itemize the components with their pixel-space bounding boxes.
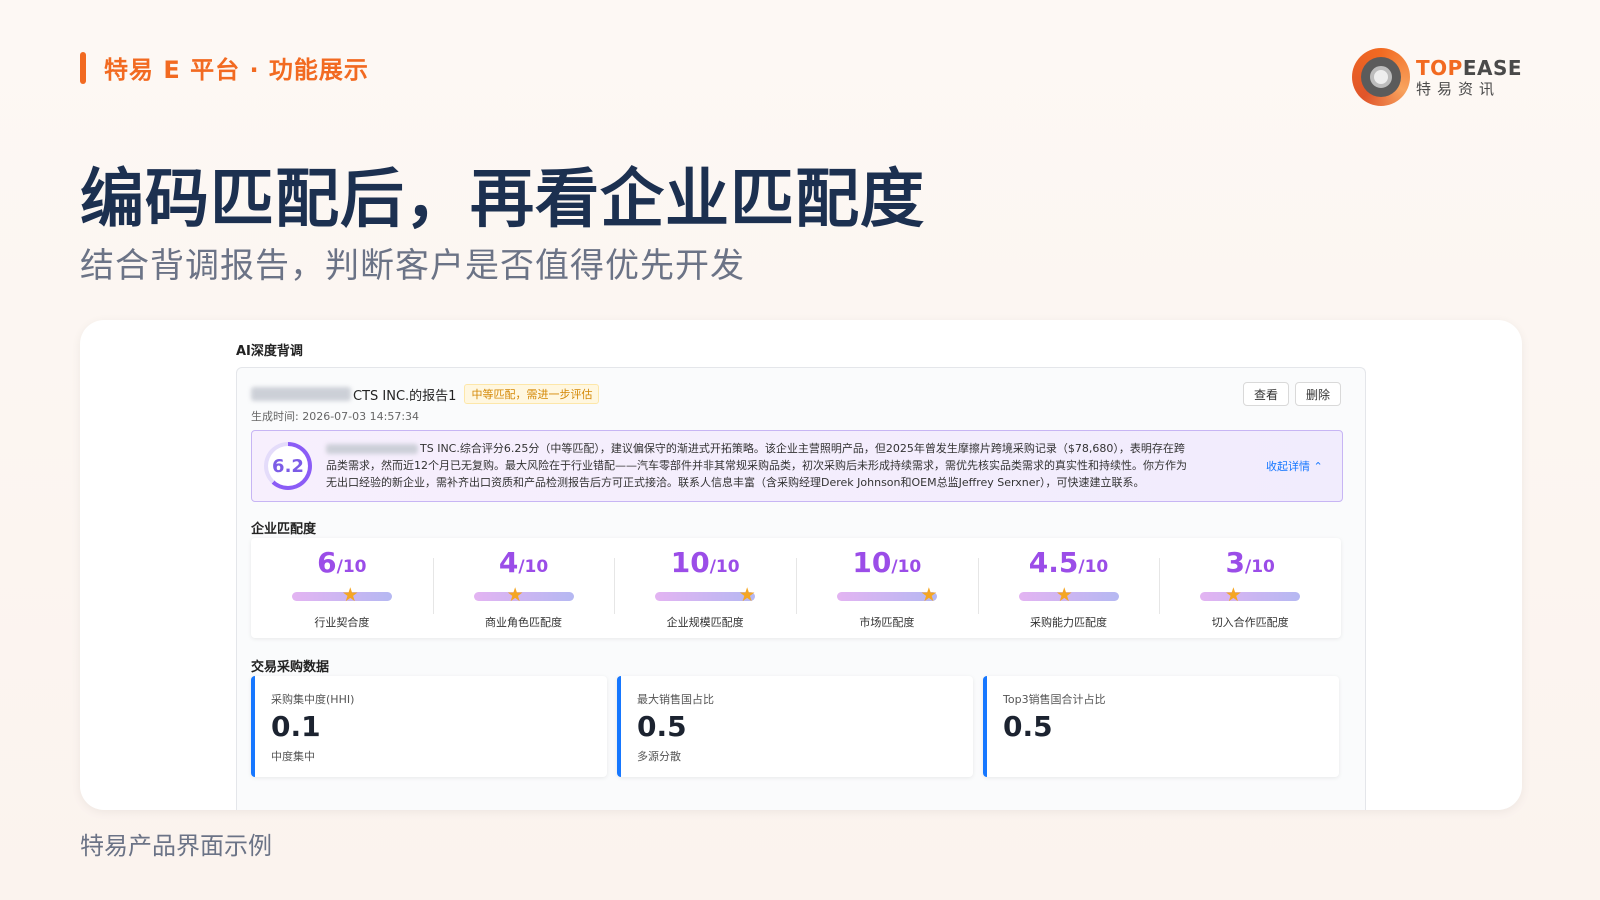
stat-label: Top3销售国合计占比: [1003, 693, 1106, 706]
match-item: 4/10 ★ 商业角色匹配度: [432, 538, 615, 638]
report-name: CTS INC.的报告1: [353, 388, 457, 404]
summary-box: 6.2 TS INC.综合评分6.25分（中等匹配），建议偏保守的渐进式开拓策略…: [251, 430, 1343, 502]
match-item: 10/10 ★ 企业规模匹配度: [614, 538, 796, 638]
page-subtitle: 结合背调报告，判断客户是否值得优先开发: [80, 246, 745, 286]
match-score-max: /10: [1078, 557, 1109, 577]
match-bar: ★: [473, 585, 574, 605]
match-bar: ★: [655, 585, 756, 605]
match-label: 切入合作匹配度: [1211, 616, 1289, 629]
logo-text-cn: 特易资讯: [1416, 79, 1501, 98]
summary-line-3: 无出口经验的新企业，需补齐出口资质和产品检测报告后方可正式接洽。联系人信息丰富（…: [326, 476, 1145, 489]
match-score: 10/10: [796, 546, 978, 579]
stat-desc: 中度集中: [271, 750, 315, 763]
trade-stat-card: 采购集中度(HHI) 0.1 中度集中: [251, 676, 607, 777]
stat-value: 0.1: [271, 710, 321, 743]
match-score: 6/10: [251, 546, 433, 579]
match-score: 4/10: [433, 546, 615, 579]
match-score-max: /10: [518, 557, 549, 577]
redacted-company-name: [251, 387, 351, 401]
match-score-max: /10: [336, 557, 367, 577]
match-bar: ★: [836, 585, 937, 605]
match-score: 10/10: [614, 546, 796, 579]
section-title-ai-research: AI深度背调: [236, 344, 303, 359]
overall-score: 6.2: [268, 446, 308, 486]
accent-bar: [80, 51, 86, 84]
star-icon: ★: [506, 584, 524, 606]
summary-text: TS INC.综合评分6.25分（中等匹配），建议偏保守的渐进式开拓策略。该企业…: [326, 440, 1256, 491]
collapse-details-link[interactable]: 收起详情 ⌃: [1266, 458, 1323, 474]
match-score-value: 6: [317, 546, 337, 579]
summary-line-1: TS INC.综合评分6.25分（中等匹配），建议偏保守的渐进式开拓策略。该企业…: [420, 442, 1185, 455]
match-label: 采购能力匹配度: [1030, 616, 1108, 629]
star-icon: ★: [738, 584, 756, 606]
section-title-match: 企业匹配度: [251, 522, 317, 537]
match-score-value: 3: [1225, 546, 1245, 579]
match-score-max: /10: [1245, 557, 1275, 577]
match-score-value: 10: [670, 546, 710, 579]
stat-label: 采购集中度(HHI): [271, 693, 355, 706]
match-label: 市场匹配度: [859, 616, 915, 629]
match-bar: ★: [1200, 585, 1301, 605]
match-score-value: 10: [852, 546, 892, 579]
match-item: 3/10 ★ 切入合作匹配度: [1159, 538, 1341, 638]
section-title-trade: 交易采购数据: [251, 660, 330, 675]
logo-text-top: TOP: [1416, 55, 1463, 80]
match-panel: 6/10 ★ 行业契合度 4/10 ★ 商业角色匹配度 10/10 ★ 企业规模匹配度 10/10…: [251, 538, 1341, 638]
stat-value: 0.5: [1003, 710, 1053, 743]
stat-desc: 多源分散: [637, 750, 681, 763]
match-item: 6/10 ★ 行业契合度: [251, 538, 433, 638]
screenshot-card: AI深度背调 CTS INC.的报告1 中等匹配，需进一步评估 生成时间: 20…: [80, 320, 1522, 810]
match-score: 3/10: [1159, 546, 1341, 579]
match-score-max: /10: [891, 557, 922, 577]
match-score: 4.5/10: [978, 546, 1160, 579]
star-icon: ★: [920, 584, 938, 606]
match-label: 商业角色匹配度: [485, 616, 562, 629]
logo-text-ease: EASE: [1462, 55, 1523, 80]
slide-caption: 特易产品界面示例: [80, 832, 272, 860]
overall-score-ring: 6.2: [264, 442, 312, 490]
redacted-company-name: [326, 444, 418, 454]
match-bar: ★: [291, 585, 392, 605]
trade-stat-card: 最大销售国占比 0.5 多源分散: [617, 676, 973, 777]
slide-header: 特易 E 平台 · 功能展示: [80, 50, 369, 85]
match-bar: ★: [1018, 585, 1119, 605]
delete-button[interactable]: 删除: [1295, 382, 1342, 406]
topease-logo: TOPEASE 特易资讯: [1352, 48, 1522, 106]
match-score-value: 4.5: [1028, 546, 1079, 579]
view-button[interactable]: 查看: [1243, 382, 1290, 406]
star-icon: ★: [341, 584, 359, 606]
match-level-badge: 中等匹配，需进一步评估: [464, 384, 600, 404]
summary-line-2: 品类需求，然而近12个月已无复购。最大风险在于行业错配——汽车零部件并非其常规采…: [326, 459, 1187, 472]
match-item: 10/10 ★ 市场匹配度: [796, 538, 978, 638]
match-score-value: 4: [498, 546, 519, 579]
match-label: 企业规模匹配度: [666, 616, 744, 629]
stat-label: 最大销售国占比: [637, 693, 714, 706]
logo-mark-icon: [1352, 48, 1410, 106]
stat-value: 0.5: [637, 710, 687, 743]
app-window: AI深度背调 CTS INC.的报告1 中等匹配，需进一步评估 生成时间: 20…: [236, 334, 1366, 810]
star-icon: ★: [1224, 584, 1242, 606]
slide-label: 特易 E 平台 · 功能展示: [104, 56, 369, 84]
match-label: 行业契合度: [314, 616, 370, 629]
report-panel: CTS INC.的报告1 中等匹配，需进一步评估 生成时间: 2026-07-0…: [236, 367, 1366, 810]
page-title: 编码匹配后，再看企业匹配度: [80, 163, 925, 237]
report-generated-time: 生成时间: 2026-07-03 14:57:34: [251, 410, 420, 423]
star-icon: ★: [1055, 584, 1073, 606]
match-score-max: /10: [709, 557, 740, 577]
trade-stat-card: Top3销售国合计占比 0.5: [983, 676, 1339, 777]
report-header: CTS INC.的报告1 中等匹配，需进一步评估: [251, 384, 600, 404]
match-item: 4.5/10 ★ 采购能力匹配度: [977, 538, 1160, 638]
